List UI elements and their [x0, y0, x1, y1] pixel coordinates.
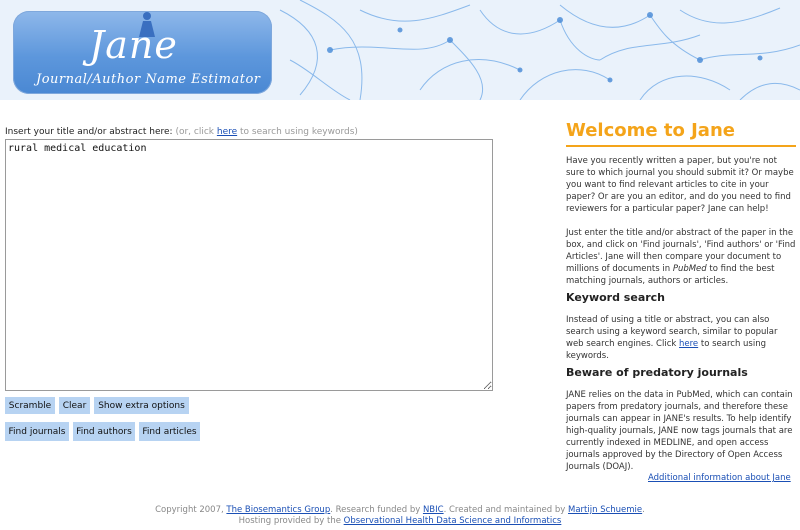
- footer: Copyright 2007, The Biosemantics Group. …: [0, 505, 800, 527]
- keyword-hint: (or, click here to search using keywords…: [175, 127, 358, 137]
- nbic-link[interactable]: NBIC: [423, 505, 444, 515]
- prompt-label: Insert your title and/or abstract here:: [5, 127, 173, 137]
- footer-line-2: Hosting provided by the Observational He…: [238, 516, 562, 526]
- predatory-journals-heading: Beware of predatory journals: [566, 366, 748, 379]
- welcome-title: Welcome to Jane: [566, 120, 735, 141]
- logo[interactable]: Jane Journal/Author Name Estimator: [13, 11, 272, 94]
- header-banner: Jane Journal/Author Name Estimator: [0, 0, 800, 100]
- keyword-search-link[interactable]: here: [217, 127, 237, 137]
- search-prompt: Insert your title and/or abstract here: …: [5, 127, 358, 137]
- footer-line-1: Copyright 2007, The Biosemantics Group. …: [155, 505, 645, 515]
- logo-subtitle: Journal/Author Name Estimator: [36, 72, 261, 87]
- predatory-paragraph: JANE relies on the data in PubMed, which…: [566, 390, 793, 472]
- ohdsi-link[interactable]: Observational Health Data Science and In…: [344, 516, 562, 526]
- additional-info-link[interactable]: Additional information about Jane: [648, 473, 791, 483]
- abstract-input[interactable]: rural medical education: [5, 139, 493, 391]
- find-authors-button[interactable]: Find authors: [73, 422, 135, 441]
- title-divider: [566, 145, 796, 147]
- keyword-search-heading: Keyword search: [566, 291, 666, 304]
- biosemantics-link[interactable]: The Biosemantics Group: [226, 505, 330, 515]
- logo-title: Jane: [89, 23, 178, 67]
- keyword-paragraph: Instead of using a title or abstract, yo…: [566, 315, 778, 361]
- find-articles-button[interactable]: Find articles: [139, 422, 200, 441]
- intro-paragraph: Have you recently written a paper, but y…: [566, 156, 794, 214]
- show-extra-options-button[interactable]: Show extra options: [94, 397, 189, 414]
- keyword-search-link-sidebar[interactable]: here: [679, 339, 698, 349]
- maintainer-link[interactable]: Martijn Schuemie: [568, 505, 642, 515]
- clear-button[interactable]: Clear: [59, 397, 90, 414]
- howto-paragraph: Just enter the title and/or abstract of …: [566, 228, 796, 286]
- find-journals-button[interactable]: Find journals: [5, 422, 69, 441]
- scramble-button[interactable]: Scramble: [5, 397, 55, 414]
